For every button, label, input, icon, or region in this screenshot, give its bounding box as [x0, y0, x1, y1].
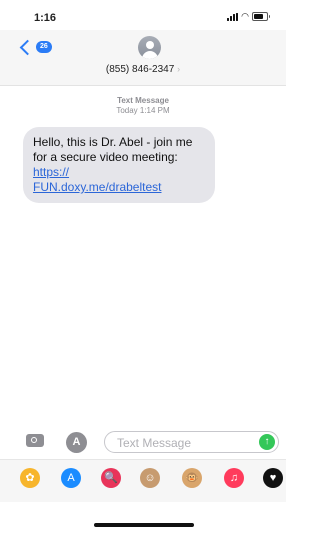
contact-avatar[interactable] [138, 36, 161, 59]
status-bar: 1:16 ◠ [0, 0, 286, 34]
chevron-left-icon [19, 39, 36, 55]
home-indicator[interactable] [94, 523, 194, 527]
conversation-header: 26 (855) 846-2347 › [0, 30, 286, 86]
unread-count-badge: 26 [36, 41, 52, 53]
animoji-app-icon[interactable]: 🐵 [182, 468, 202, 488]
memoji-app-icon[interactable]: ☺ [140, 468, 160, 488]
chevron-right-icon: › [177, 64, 181, 74]
imessage-app-drawer: ✿ A 🔍 ☺ 🐵 ♫ ♥ [0, 459, 286, 502]
person-icon [146, 41, 154, 49]
photos-app-icon[interactable]: ✿ [20, 468, 40, 488]
send-arrow-icon[interactable]: ↑ [259, 434, 275, 450]
thread-meta: Text Message Today 1:14 PM [0, 96, 286, 116]
message-text: Hello, this is Dr. Abel - join me for a … [33, 135, 193, 164]
message-input[interactable] [115, 435, 249, 451]
back-button[interactable]: 26 [19, 39, 52, 55]
app-store-app-icon[interactable]: A [61, 468, 81, 488]
app-store-icon[interactable]: A [66, 432, 87, 453]
contact-name[interactable]: (855) 846-2347 › [0, 64, 286, 75]
digital-touch-app-icon[interactable]: ♥ [263, 468, 283, 488]
status-icons: ◠ [227, 11, 270, 21]
thread-timestamp: Today 1:14 PM [116, 106, 170, 115]
status-time: 1:16 [34, 12, 57, 24]
wifi-icon: ◠ [241, 11, 249, 21]
images-search-app-icon[interactable]: 🔍 [101, 468, 121, 488]
camera-icon[interactable] [26, 434, 44, 447]
cellular-signal-icon [227, 12, 239, 21]
music-app-icon[interactable]: ♫ [224, 468, 244, 488]
contact-phone-number: (855) 846-2347 [105, 64, 175, 75]
compose-bar: A ↑ [0, 430, 286, 458]
message-input-wrapper: ↑ [104, 431, 279, 453]
incoming-message-bubble[interactable]: Hello, this is Dr. Abel - join me for a … [23, 127, 215, 203]
battery-icon [252, 12, 270, 21]
message-link[interactable]: https://FUN.doxy.me/drabeltest [33, 165, 162, 194]
thread-type-label: Text Message [117, 96, 169, 105]
